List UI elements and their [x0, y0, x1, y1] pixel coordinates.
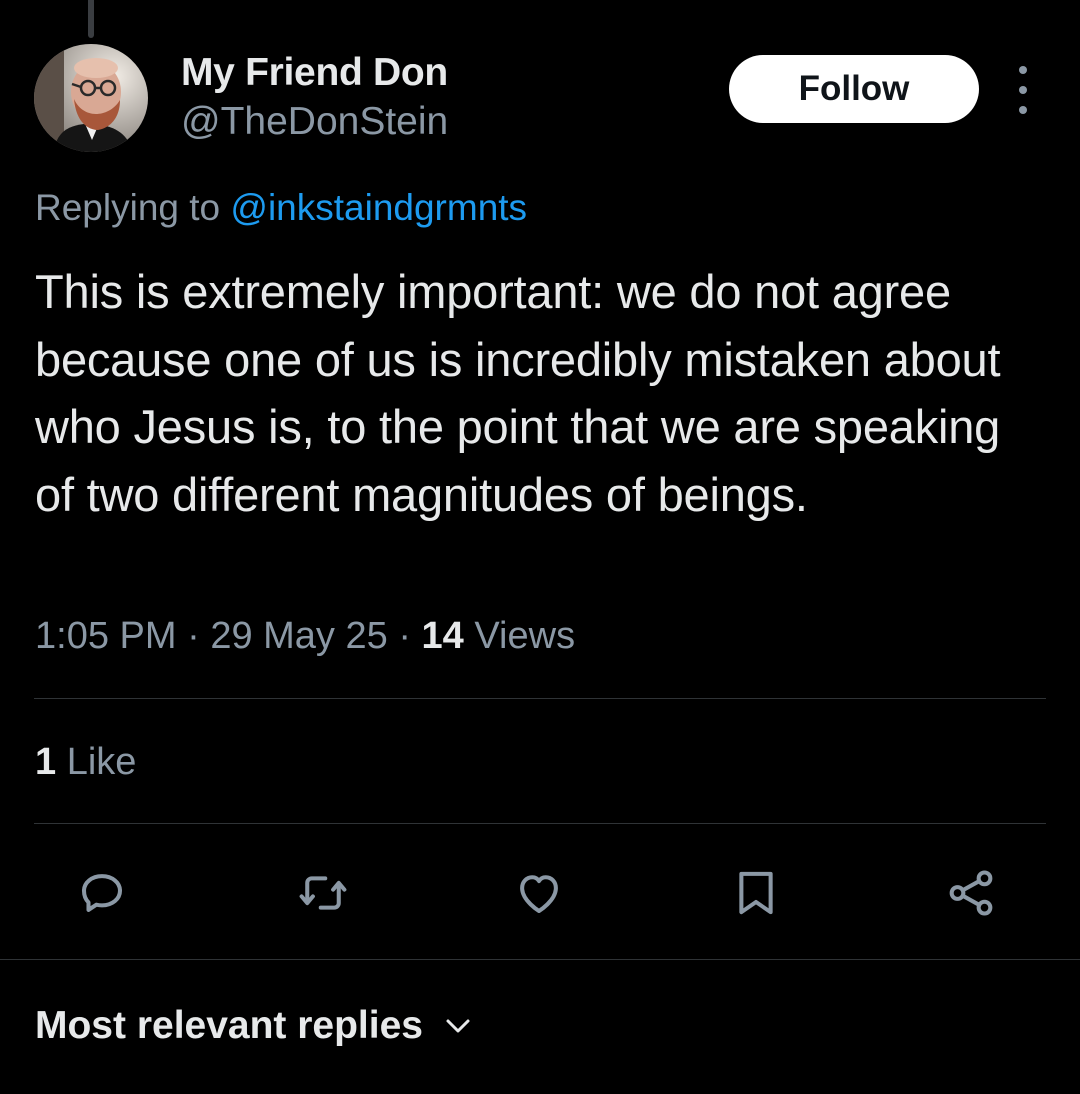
likes-label: Like: [56, 741, 137, 783]
tweet-time[interactable]: 1:05 PM: [35, 615, 177, 657]
avatar[interactable]: [34, 44, 148, 152]
reply-mention-link[interactable]: @inkstaindgrmnts: [230, 187, 527, 228]
dot: [1019, 86, 1027, 94]
reply-icon: [81, 874, 123, 912]
meta-separator: ·: [176, 615, 211, 657]
thread-connector-line: [88, 0, 94, 38]
dot: [1019, 66, 1027, 74]
likes-summary[interactable]: 1 Like: [35, 741, 136, 784]
author-handle[interactable]: @TheDonStein: [181, 100, 448, 144]
more-options-icon[interactable]: [1006, 66, 1040, 114]
chevron-down-icon: [445, 1017, 471, 1035]
tweet-metadata: 1:05 PM · 29 May 25 · 14 Views: [35, 615, 575, 658]
tweet-date[interactable]: 29 May 25: [210, 615, 387, 657]
like-button[interactable]: [512, 866, 566, 920]
meta-separator: ·: [387, 615, 422, 657]
follow-button[interactable]: Follow: [729, 55, 979, 123]
retweet-icon: [299, 876, 347, 910]
avatar-photo-icon: [34, 44, 148, 152]
replies-sort-label: Most relevant replies: [35, 1004, 423, 1047]
share-button[interactable]: [944, 866, 998, 920]
divider: [34, 698, 1046, 699]
dot: [1019, 106, 1027, 114]
bookmark-button[interactable]: [729, 866, 783, 920]
views-count: 14: [421, 615, 464, 657]
author-name[interactable]: My Friend Don: [181, 51, 448, 95]
views-label: Views: [463, 615, 576, 657]
reply-context-prefix: Replying to: [35, 187, 231, 228]
heart-icon: [520, 875, 558, 914]
tweet-text: This is extremely important: we do not a…: [35, 265, 1001, 521]
divider: [34, 823, 1046, 824]
share-icon: [949, 870, 993, 916]
likes-count: 1: [35, 741, 57, 783]
bookmark-icon: [739, 871, 773, 915]
retweet-button[interactable]: [296, 866, 350, 920]
replies-sort-dropdown[interactable]: Most relevant replies: [35, 1004, 471, 1048]
reply-context: Replying to @inkstaindgrmnts: [35, 187, 527, 229]
reply-button[interactable]: [75, 866, 129, 920]
divider: [0, 959, 1080, 960]
